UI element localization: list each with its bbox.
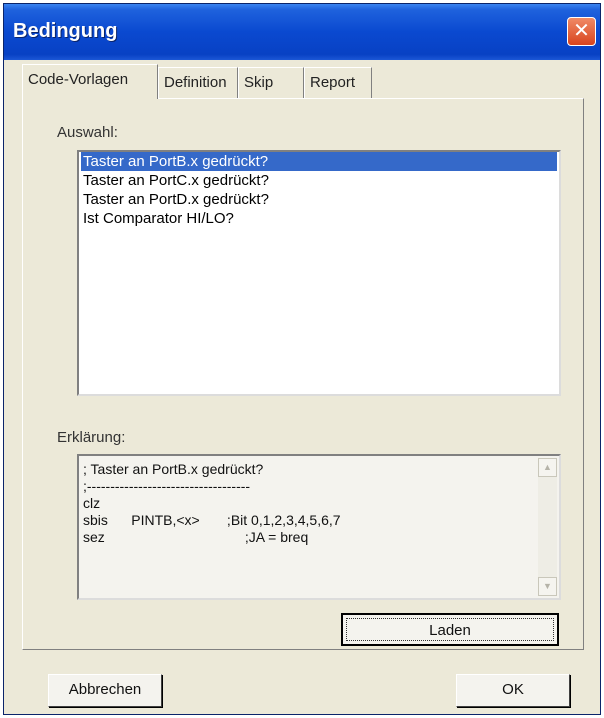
tab-label: Report bbox=[310, 74, 356, 91]
auswahl-label: Auswahl: bbox=[57, 124, 118, 141]
erklaerung-label: Erklärung: bbox=[57, 429, 126, 446]
tab-panel-code-vorlagen: Auswahl: Taster an PortB.x gedrückt? Tas… bbox=[22, 98, 584, 650]
auswahl-listbox[interactable]: Taster an PortB.x gedrückt? Taster an Po… bbox=[77, 150, 561, 396]
list-item[interactable]: Taster an PortB.x gedrückt? bbox=[81, 152, 557, 171]
code-text: ; Taster an PortB.x gedrückt? ;---------… bbox=[83, 461, 523, 546]
tab-label: Definition bbox=[164, 74, 227, 91]
close-button[interactable]: ✕ bbox=[567, 17, 596, 46]
abbrechen-label: Abbrechen bbox=[68, 681, 142, 698]
vertical-scrollbar[interactable]: ▲ ▼ bbox=[538, 458, 557, 596]
ok-button[interactable]: OK bbox=[456, 674, 570, 707]
list-item[interactable]: Ist Comparator HI/LO? bbox=[81, 209, 557, 228]
code-line: ; Taster an PortB.x gedrückt? bbox=[83, 461, 264, 477]
tab-label: Code-Vorlagen bbox=[28, 71, 129, 88]
tab-definition[interactable]: Definition bbox=[158, 67, 238, 98]
laden-label: Laden bbox=[346, 618, 554, 641]
erklaerung-textarea[interactable]: ; Taster an PortB.x gedrückt? ;---------… bbox=[77, 454, 561, 600]
window-title: Bedingung bbox=[13, 20, 118, 42]
arrow-down-icon: ▼ bbox=[543, 581, 552, 591]
laden-button[interactable]: Laden bbox=[341, 613, 559, 646]
scroll-up-button[interactable]: ▲ bbox=[538, 458, 557, 477]
abbrechen-button[interactable]: Abbrechen bbox=[48, 674, 162, 707]
code-line: clz bbox=[83, 495, 101, 511]
tab-code-vorlagen[interactable]: Code-Vorlagen bbox=[22, 64, 158, 99]
tab-label: Skip bbox=[244, 74, 274, 91]
title-bar[interactable]: Bedingung ✕ bbox=[4, 4, 600, 60]
scroll-down-button[interactable]: ▼ bbox=[538, 577, 557, 596]
list-item[interactable]: Taster an PortC.x gedrückt? bbox=[81, 171, 557, 190]
code-line: sez ;JA = breq bbox=[83, 529, 309, 545]
arrow-up-icon: ▲ bbox=[543, 462, 552, 472]
close-icon: ✕ bbox=[573, 20, 590, 42]
list-item[interactable]: Taster an PortD.x gedrückt? bbox=[81, 190, 557, 209]
dialog-window: Bedingung ✕ Code-Vorlagen Definition Ski… bbox=[3, 3, 601, 715]
code-line: sbis PINTB,<x> ;Bit 0,1,2,3,4,5,6,7 bbox=[83, 512, 341, 528]
code-line: ;----------------------------------- bbox=[83, 478, 251, 494]
ok-label: OK bbox=[502, 681, 524, 698]
tab-report[interactable]: Report bbox=[304, 67, 372, 98]
tab-skip[interactable]: Skip bbox=[238, 67, 304, 98]
